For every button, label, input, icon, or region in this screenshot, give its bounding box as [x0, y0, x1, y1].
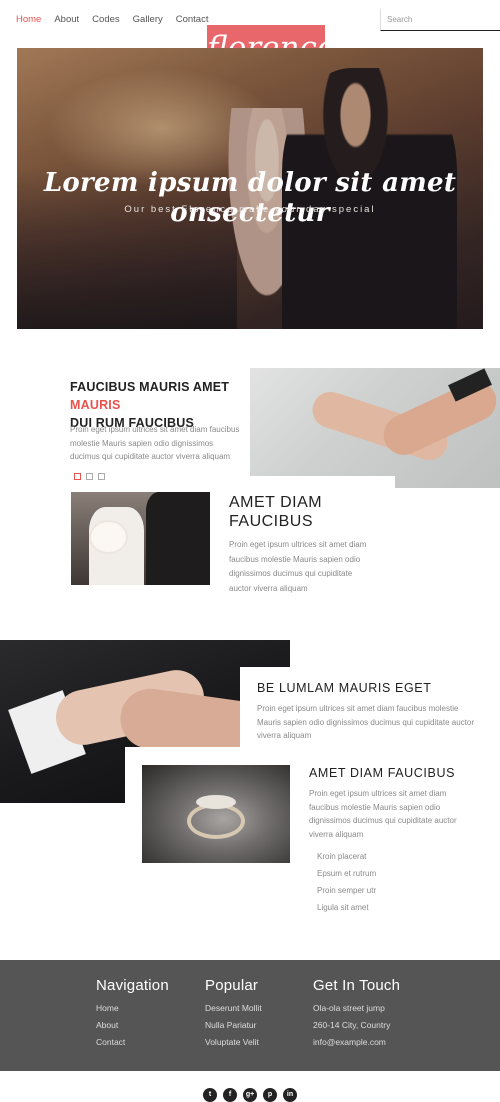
slider-dot-2[interactable]	[86, 473, 93, 480]
contact-address: Ola-ola street jump	[313, 1003, 385, 1013]
feature-image-hands	[250, 368, 500, 488]
contact-email[interactable]: info@example.com	[313, 1037, 400, 1054]
footer-link[interactable]: Deserunt Mollit	[205, 1003, 262, 1020]
feature-text: Proin eget ipsum ultrices sit amet diam …	[257, 704, 474, 740]
hero-banner: Lorem ipsum dolor sit amet onsectetur Ou…	[17, 48, 483, 329]
nav-home[interactable]: Home	[16, 14, 41, 25]
contact-city: 260-14 City, Country	[313, 1020, 391, 1030]
bouquet-icon	[91, 522, 126, 552]
footer: Navigation Home About Contact Popular De…	[0, 960, 500, 1071]
hero-subtitle: Our best Florence make your day special	[124, 204, 376, 215]
footer-link-about[interactable]: About	[96, 1020, 169, 1037]
feature-title: BE LUMLAM MAURIS EGET	[257, 681, 432, 695]
feature-title: AMET DIAM FAUCIBUS	[229, 494, 323, 530]
feature-list: Kroin placerat Epsum et rutrum Proin sem…	[317, 851, 376, 919]
footer-link[interactable]: Voluptate Velit	[205, 1037, 262, 1054]
footer-link-home[interactable]: Home	[96, 1003, 169, 1020]
list-item: Proin semper utr	[317, 886, 377, 895]
feature-text: Proin eget ipsum ultrices sit amet diam …	[309, 789, 457, 839]
nav-codes[interactable]: Codes	[92, 14, 119, 25]
nav-contact[interactable]: Contact	[176, 14, 209, 25]
search-input[interactable]: Search	[380, 9, 500, 31]
feature-title: AMET DIAM FAUCIBUS	[309, 766, 456, 780]
footer-popular: Popular Deserunt Mollit Nulla Pariatur V…	[205, 977, 262, 1054]
slider-dot-3[interactable]	[98, 473, 105, 480]
feature-image-couple	[71, 492, 210, 585]
nav-about[interactable]: About	[54, 14, 79, 25]
list-item: Kroin placerat	[317, 852, 367, 861]
feature-text: Proin eget ipsum ultrices sit amet diam …	[70, 425, 240, 461]
slider-dots	[74, 473, 105, 480]
hero-title: Lorem ipsum dolor sit amet onsectetur	[43, 168, 457, 228]
slider-dot-1[interactable]	[74, 473, 81, 480]
nav-gallery[interactable]: Gallery	[133, 14, 163, 25]
feature-heading-highlight: MAURIS	[70, 398, 121, 412]
list-item: Ligula sit amet	[317, 903, 369, 912]
footer-link-contact[interactable]: Contact	[96, 1037, 169, 1054]
feature-text: Proin eget ipsum ultrices sit amet diam …	[229, 540, 367, 593]
list-item: Epsum et rutrum	[317, 869, 377, 878]
footer-link[interactable]: Nulla Pariatur	[205, 1020, 262, 1037]
main-nav: Home About Codes Gallery Contact	[16, 14, 208, 25]
feature-image-ring	[142, 765, 290, 863]
footer-contact: Get In Touch Ola-ola street jump 260-14 …	[313, 977, 400, 1054]
footer-navigation: Navigation Home About Contact	[96, 977, 169, 1054]
